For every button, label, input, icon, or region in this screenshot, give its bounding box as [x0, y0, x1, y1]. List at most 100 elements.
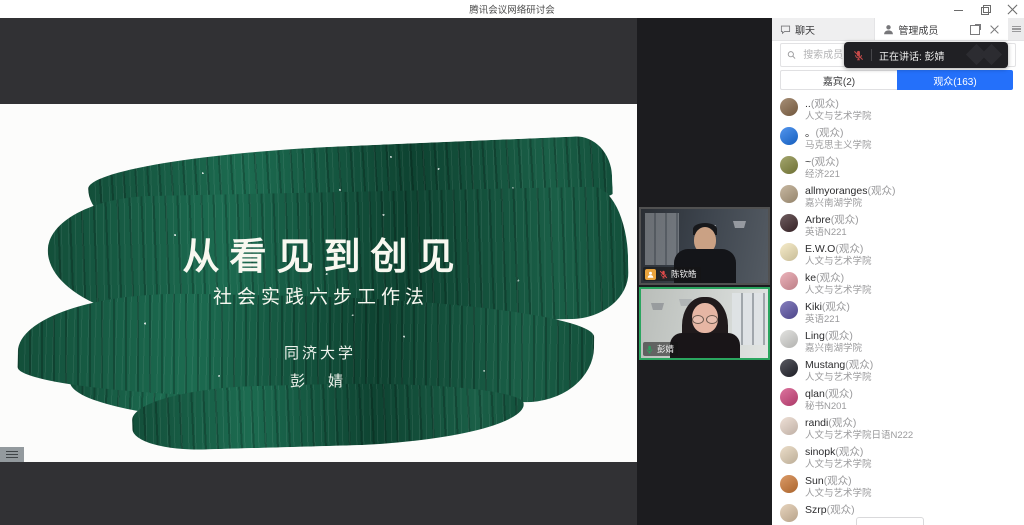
- member-row[interactable]: Kiki(观众) 英语221: [780, 301, 1024, 323]
- toast-divider: [871, 49, 872, 61]
- member-dept: 人文与艺术学院: [805, 256, 872, 267]
- video-thumbnail-speaker[interactable]: 彭婧: [639, 287, 770, 360]
- tab-manage-members[interactable]: 管理成员: [875, 18, 1008, 40]
- window-titlebar: 腾讯会议网络研讨会: [0, 0, 1024, 18]
- panel-menu-handle[interactable]: [1008, 18, 1024, 40]
- member-text: Szrp(观众): [805, 504, 855, 517]
- popout-icon[interactable]: [970, 24, 981, 35]
- member-dept: 人文与艺术学院: [805, 372, 873, 383]
- member-name: E.W.O(观众): [805, 243, 872, 255]
- member-name: randi(观众): [805, 417, 913, 429]
- slide-title: 从看见到创见: [0, 226, 637, 280]
- member-dept: 人文与艺术学院日语N222: [805, 430, 913, 441]
- member-name: ..(观众): [805, 98, 872, 110]
- member-row[interactable]: sinopk(观众) 人文与艺术学院: [780, 446, 1024, 468]
- member-dept: 经济221: [805, 169, 840, 180]
- member-row[interactable]: Ling(观众) 嘉兴南湖学院: [780, 330, 1024, 352]
- avatar: [780, 359, 798, 377]
- member-role: (观众): [825, 388, 853, 400]
- member-name: Arbre(观众): [805, 214, 859, 226]
- window-controls: [953, 0, 1018, 18]
- chat-bubble-icon: [780, 24, 791, 35]
- member-name: ~(观众): [805, 156, 840, 168]
- member-text: Ling(观众) 嘉兴南湖学院: [805, 330, 862, 354]
- close-panel-icon[interactable]: [989, 24, 1000, 35]
- segment-guests[interactable]: 嘉宾(2): [780, 70, 897, 90]
- video-thumbnail-guest[interactable]: 陈钦皓: [639, 207, 770, 285]
- member-row[interactable]: allmyoranges(观众) 嘉兴南湖学院: [780, 185, 1024, 207]
- member-text: allmyoranges(观众) 嘉兴南湖学院: [805, 185, 895, 209]
- mic-muted-icon: [853, 50, 864, 61]
- tab-chat[interactable]: 聊天: [772, 18, 875, 40]
- video-name-label: 彭婧: [643, 342, 678, 356]
- decorative-chevron: [981, 44, 1002, 65]
- tab-action-icons: [970, 24, 1000, 35]
- presentation-stage: 从看见到创见 社会实践六步工作法 同济大学 彭 婧 陈钦皓: [0, 18, 772, 525]
- member-role: (观众): [811, 156, 839, 168]
- member-row[interactable]: Sun(观众) 人文与艺术学院: [780, 475, 1024, 497]
- member-row[interactable]: 。(观众) 马克思主义学院: [780, 127, 1024, 149]
- video-name-label: 陈钦皓: [643, 267, 701, 281]
- member-role: (观众): [824, 475, 852, 487]
- member-role: (观众): [831, 214, 859, 226]
- members-panel: 聊天 管理成员 正在讲话: 彭婧 嘉宾(2) 观众(163): [772, 18, 1024, 525]
- member-text: ..(观众) 人文与艺术学院: [805, 98, 872, 122]
- member-dept: 人文与艺术学院: [805, 459, 872, 470]
- member-name: Sun(观众): [805, 475, 872, 487]
- member-role: (观众): [835, 243, 863, 255]
- member-text: Mustang(观众) 人文与艺术学院: [805, 359, 873, 383]
- segment-audience[interactable]: 观众(163): [897, 70, 1013, 90]
- member-row[interactable]: qlan(观众) 秘书N201: [780, 388, 1024, 410]
- mic-muted-icon: [659, 270, 668, 279]
- avatar: [780, 272, 798, 290]
- member-dept: 人文与艺术学院: [805, 488, 872, 499]
- member-dept: 人文与艺术学院: [805, 111, 872, 122]
- avatar: [780, 301, 798, 319]
- member-row[interactable]: randi(观众) 人文与艺术学院日语N222: [780, 417, 1024, 439]
- member-role: (观众): [825, 330, 853, 342]
- bottom-action-button[interactable]: [856, 517, 924, 525]
- member-dept: 人文与艺术学院: [805, 285, 872, 296]
- member-role: (观众): [828, 417, 856, 429]
- search-icon: [787, 50, 796, 60]
- minimize-icon[interactable]: [953, 4, 964, 15]
- slide-nav-button[interactable]: [0, 447, 24, 462]
- restore-icon[interactable]: [980, 4, 991, 15]
- avatar: [780, 330, 798, 348]
- avatar: [780, 417, 798, 435]
- member-dept: 英语221: [805, 314, 850, 325]
- avatar: [780, 446, 798, 464]
- speaking-label: 正在讲话: 彭婧: [879, 48, 945, 63]
- member-dept: 嘉兴南湖学院: [805, 198, 895, 209]
- avatar: [780, 243, 798, 261]
- shared-slide: 从看见到创见 社会实践六步工作法 同济大学 彭 婧: [0, 104, 637, 462]
- tab-chat-label: 聊天: [795, 22, 815, 37]
- member-row[interactable]: Arbre(观众) 英语N221: [780, 214, 1024, 236]
- member-row[interactable]: ~(观众) 经济221: [780, 156, 1024, 178]
- participant-name: 陈钦皓: [671, 268, 697, 280]
- member-name: Kiki(观众): [805, 301, 850, 313]
- participant-body: [670, 333, 740, 359]
- member-dept: 马克思主义学院: [805, 140, 872, 151]
- panel-tabbar: 聊天 管理成员: [772, 18, 1024, 41]
- member-role: (观众): [816, 272, 844, 284]
- member-name: Ling(观众): [805, 330, 862, 342]
- close-icon[interactable]: [1007, 4, 1018, 15]
- member-name: Szrp(观众): [805, 504, 855, 516]
- member-row[interactable]: E.W.O(观众) 人文与艺术学院: [780, 243, 1024, 265]
- member-row[interactable]: Mustang(观众) 人文与艺术学院: [780, 359, 1024, 381]
- audience-toggle: 嘉宾(2) 观众(163): [780, 70, 1013, 90]
- member-text: ke(观众) 人文与艺术学院: [805, 272, 872, 296]
- member-row[interactable]: ..(观众) 人文与艺术学院: [780, 98, 1024, 120]
- member-row[interactable]: ke(观众) 人文与艺术学院: [780, 272, 1024, 294]
- slide-subtitle: 社会实践六步工作法: [0, 282, 637, 309]
- avatar: [780, 98, 798, 116]
- member-list[interactable]: ..(观众) 人文与艺术学院 。(观众) 马克思主义学院 ~(观众) 经济221…: [772, 96, 1024, 525]
- avatar: [780, 156, 798, 174]
- ceiling-lamp: [733, 221, 746, 228]
- member-role: (观众): [822, 301, 850, 313]
- member-text: Sun(观众) 人文与艺术学院: [805, 475, 872, 499]
- member-role: (观众): [867, 185, 895, 197]
- avatar: [780, 127, 798, 145]
- tab-members-label: 管理成员: [898, 22, 938, 37]
